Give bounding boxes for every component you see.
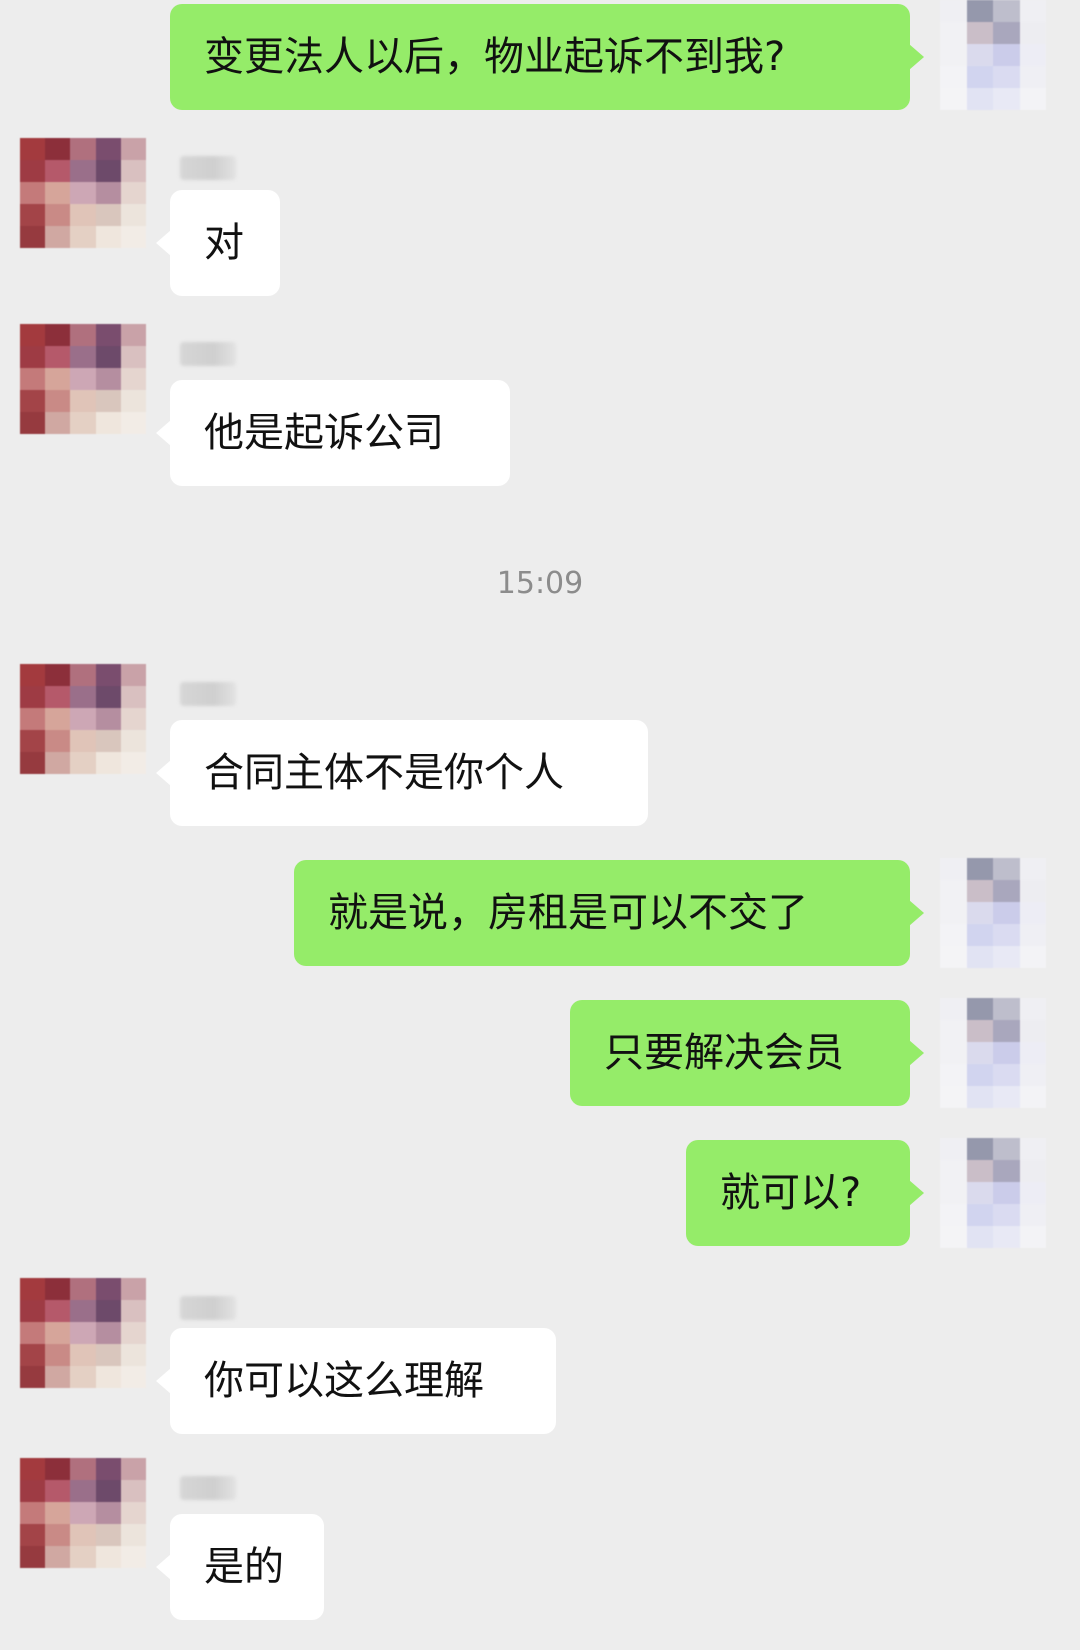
sender-name-blurred <box>180 1476 236 1500</box>
message-bubble-incoming[interactable]: 他是起诉公司 <box>156 380 510 486</box>
message-bubble-outgoing[interactable]: 就可以? <box>686 1140 924 1246</box>
message-bubble-incoming[interactable]: 是的 <box>156 1514 324 1620</box>
sender-name-blurred <box>180 1296 236 1320</box>
contact-avatar-icon[interactable] <box>20 1458 146 1568</box>
sender-name-blurred <box>180 342 236 366</box>
chat-message-list[interactable]: 变更法人以后，物业起诉不到我? 对 他是起诉公司 15:09 合同主体不是你个人… <box>0 0 1080 1650</box>
message-bubble-outgoing[interactable]: 只要解决会员 <box>570 1000 924 1106</box>
my-avatar-icon[interactable] <box>940 1138 1046 1248</box>
sender-name-blurred <box>180 156 236 180</box>
contact-avatar-icon[interactable] <box>20 138 146 248</box>
contact-avatar-icon[interactable] <box>20 324 146 434</box>
my-avatar-icon[interactable] <box>940 858 1046 968</box>
timestamp: 15:09 <box>496 566 584 601</box>
message-bubble-incoming[interactable]: 合同主体不是你个人 <box>156 720 648 826</box>
my-avatar-icon[interactable] <box>940 998 1046 1108</box>
message-bubble-incoming[interactable]: 对 <box>156 190 280 296</box>
message-bubble-outgoing[interactable]: 就是说，房租是可以不交了 <box>294 860 924 966</box>
my-avatar-icon[interactable] <box>940 0 1046 110</box>
sender-name-blurred <box>180 682 236 706</box>
message-bubble-outgoing[interactable]: 变更法人以后，物业起诉不到我? <box>170 4 924 110</box>
contact-avatar-icon[interactable] <box>20 1278 146 1388</box>
contact-avatar-icon[interactable] <box>20 664 146 774</box>
message-bubble-incoming[interactable]: 你可以这么理解 <box>156 1328 556 1434</box>
